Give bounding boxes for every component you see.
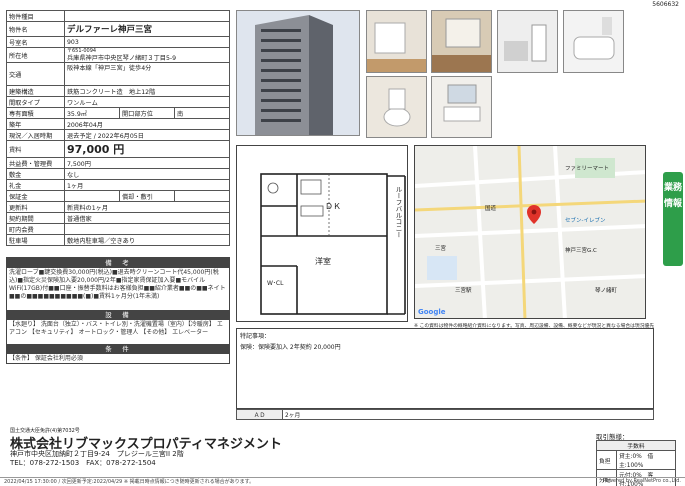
guarantee-label: 保証金 [6,190,65,202]
property-name: デルファーレ神戸三宮 [64,21,230,37]
ad-table: ＡＤ 2ヶ月 [236,409,654,420]
floor-plan-drawing [260,173,406,315]
remarks-text: 洗濯ローブ■鍵交換費30,000円(税込)■退去時クリーンコート代45,000円… [9,269,226,300]
address-label: 所在地 [6,47,65,63]
dk-label: ＤＫ [325,202,341,211]
toilet-image [367,77,426,137]
map-label-1: 国道 [485,206,497,212]
property-spec-table: 物件種目 物件名 デルファーレ神戸三宮 号室名 903 所在地 〒651-0094 兵庫… [6,10,230,246]
guarantee [64,190,120,202]
contract-label: 契約期間 [6,212,65,224]
balcony-label: ルーフバルコニー [394,186,402,238]
mgmt-label: 共益費・管理費 [6,157,65,169]
remarks-heading: 備 考 [7,258,229,268]
ad-label: ＡＤ [236,409,283,420]
structure-label: 建築構造 [6,85,65,97]
room-image [432,11,491,72]
business-info-badge: 業務情報 [663,172,683,266]
built-label: 築年 [6,118,65,130]
direction-label: 開口部方位 [119,107,175,119]
building-image [237,11,359,135]
parking-label: 駐車場 [6,234,65,246]
deposit-label: 敷金 [6,168,65,180]
photo-room-2 [431,10,492,73]
area-map[interactable]: ファミリーマート 国道 三宮 セブン-イレブン 神戸三宮G.C 琴ノ緒町 三宮駅… [414,145,646,319]
special-notes-text: 保険：保険要加入 2年契約 20,000円 [240,344,341,351]
community-fee-label: 町内会費 [6,223,65,235]
area: 35.9㎡ [64,107,120,119]
company-phone: TEL：078-272-1503 FAX：078-272-1504 [10,459,156,467]
remarks-panel: 備 考 洗濯ローブ■鍵交換費30,000円(税込)■退去時クリーンコート代45,… [6,257,230,364]
map-label-2: 三宮 [435,246,447,252]
bath-image [564,11,623,72]
building-photo [236,10,360,136]
built-date: 2006年04月 [64,118,230,130]
room-number: 903 [64,36,230,48]
footer-timestamp: 2022/04/15 17:30:00 / 次回更新予定:2022/04/29 … [4,479,255,485]
map-attribution: Google [418,308,446,316]
room-image [367,11,426,72]
transport: 阪神本線「神戸三宮」徒歩4分 [64,62,230,86]
map-label-4: 神戸三宮G.C [565,248,597,254]
photo-washroom [431,76,492,138]
move-in-status: 退去予定 / 2022年6月05日 [64,129,230,141]
photo-bath [563,10,624,73]
ad-value: 2ヶ月 [282,409,654,420]
map-label-6: 三宮駅 [455,288,472,294]
fee-row-value: 貸主:0% 借主:100% [616,450,676,470]
direction: 南 [174,107,230,119]
conditions-heading: 条 件 [7,344,229,354]
photo-room-1 [366,10,427,73]
equipment-text: 【水廻り】 洗面台（独立）・バス・トイレ別・洗濯機置場（室内）【冷暖房】 エアコ… [9,321,223,336]
western-room-label: 洋室 [315,257,331,266]
fee-row-label: 負担 [596,450,617,470]
footer-credit: Powered by RealNetPro co.,Ltd. [602,478,681,484]
special-notes-label: 特記事項： [240,333,271,340]
amortization-label: 償却・敷引 [119,190,175,202]
status-label: 現況／入居時期 [6,129,65,141]
special-notes-box: 特記事項： 保険：保険要加入 2年契約 20,000円 [236,328,654,409]
rent-price: 97,000 円 [64,140,230,158]
address: 兵庫県神戸市中央区琴ノ緒町３丁目5-9 [67,55,177,62]
amortization [174,190,230,202]
photo-kitchen [497,10,558,73]
deposit: なし [64,168,230,180]
rent-label: 賃料 [6,140,65,158]
floor-plan: ＤＫ 洋室 ルーフバルコニー W･CL [236,145,408,322]
name-label: 物件名 [6,21,65,37]
document-id: 5606632 [652,1,679,8]
structure: 鉄筋コンクリート造 地上12階 [64,85,230,97]
zip-code: 〒651-0094 [67,48,97,55]
contract-type: 普通借家 [64,212,230,224]
management-fee: 7,500円 [64,157,230,169]
renewal-label: 更新料 [6,201,65,213]
community-fee [64,223,230,235]
washroom-image [432,77,491,137]
map-label-5: 琴ノ緒町 [595,288,618,294]
parking: 敷地内駐車場／空きあり [64,234,230,246]
fee-heading: 手数料 [596,440,676,451]
layout-type: ワンルーム [64,96,230,108]
renewal-fee: 新賃料の1ヶ月 [64,201,230,213]
equipment-heading: 設 備 [7,310,229,320]
map-label-0: ファミリーマート [565,166,610,172]
type-label: 物件種目 [6,10,65,22]
key-money: 1ヶ月 [64,179,230,191]
room-label: 号室名 [6,36,65,48]
layout-label: 間取タイプ [6,96,65,108]
area-label: 専有面積 [6,107,65,119]
photo-toilet [366,76,427,138]
conditions-text: 【条件】 保証会社利用必須 [9,355,83,362]
transport-label: 交通 [6,62,65,86]
closet-label: W･CL [267,280,284,287]
key-money-label: 礼金 [6,179,65,191]
map-label-3: セブン-イレブン [565,218,606,224]
kitchen-image [498,11,557,72]
